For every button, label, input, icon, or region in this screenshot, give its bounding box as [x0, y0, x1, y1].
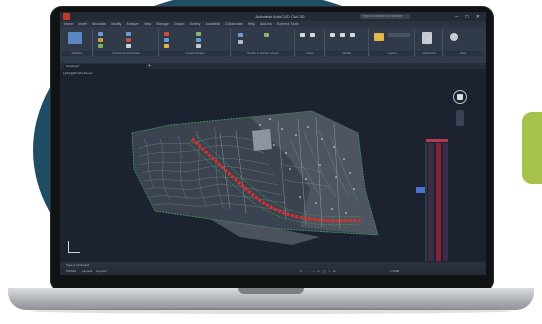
ucs-icon: [68, 239, 82, 253]
toolspace-icon[interactable]: [68, 32, 82, 44]
tab-output[interactable]: Output: [174, 22, 185, 26]
tab-survey[interactable]: Survey: [189, 22, 200, 26]
status-bar: MODEL Layout1 Layout2 # ::: ⊥ ∠ ◫ ⌖ ⊞ 1:…: [60, 268, 486, 275]
feature-line-icon[interactable]: [126, 38, 131, 42]
laptop-shadow: [30, 308, 512, 314]
search-input[interactable]: Type a keyword or phrase: [360, 14, 410, 19]
window-title: Autodesk AutoCAD Civil 3D: [255, 14, 305, 19]
navcube-face[interactable]: [457, 94, 463, 100]
ribbon-group-ground-data: Create Ground Data: [94, 29, 159, 57]
points-icon[interactable]: [98, 32, 103, 36]
tab-layout1[interactable]: Layout1: [82, 268, 93, 275]
line-icon[interactable]: [300, 33, 305, 37]
accent-card: [522, 112, 542, 184]
traverse-icon[interactable]: [98, 44, 103, 48]
ribbon-group-label: Palettes: [62, 51, 92, 56]
ribbon-group-label: Clipboard: [416, 51, 442, 56]
ribbon-group-modify: Modify: [326, 29, 369, 57]
ribbon-group-create-design: Create Design: [160, 29, 231, 57]
tab-analyze[interactable]: Analyze: [126, 22, 138, 26]
sample-lines-icon[interactable]: [238, 40, 243, 44]
paste-icon[interactable]: [422, 32, 432, 44]
site-drawing: [131, 110, 448, 261]
profile-column-mid: [436, 143, 441, 261]
profile-column-left: [428, 143, 434, 261]
ribbon-group-draw: Draw: [296, 29, 325, 57]
grading-icon[interactable]: [126, 44, 131, 48]
ribbon-group-label: Create Ground Data: [94, 51, 158, 56]
drafting-tools[interactable]: # ::: ⊥ ∠ ◫ ⌖ ⊞: [300, 268, 337, 275]
corridor-icon[interactable]: [164, 44, 169, 48]
tab-insert[interactable]: Insert: [78, 22, 87, 26]
ribbon-group-view: View: [444, 29, 482, 57]
building-block: [252, 129, 272, 151]
tab-home[interactable]: Home: [64, 22, 73, 26]
drawing-viewport[interactable]: [-][Top][2D Wireframe]: [60, 69, 486, 262]
parcel-icon[interactable]: [126, 32, 131, 36]
tab-model[interactable]: MODEL: [66, 268, 77, 275]
profile-marker: [416, 187, 425, 193]
tab-annotate[interactable]: Annotate: [92, 22, 106, 26]
ribbon-group-layers: Layers: [370, 29, 415, 57]
alignment-icon[interactable]: [164, 32, 169, 36]
intersections-icon[interactable]: [196, 32, 201, 36]
profile-column-right: [443, 143, 448, 261]
rotate-icon[interactable]: [340, 33, 345, 37]
tab-collaborate[interactable]: Collaborate: [225, 22, 243, 26]
ribbon-group-palettes: Palettes: [62, 29, 93, 57]
assembly-icon[interactable]: [196, 38, 201, 42]
ribbon-group-label: Modify: [326, 51, 368, 56]
ribbon-group-label: Layers: [370, 51, 414, 56]
ribbon-group-profile-section: Profile & Section Views: [232, 29, 295, 57]
laptop-notch: [238, 288, 304, 294]
tab-addins[interactable]: Add-ins: [260, 22, 272, 26]
profile-header-bar: [426, 139, 448, 142]
circle-icon[interactable]: [310, 33, 315, 37]
tab-express-tools[interactable]: Express Tools: [277, 22, 299, 26]
navigation-bar[interactable]: [456, 110, 464, 126]
title-bar: Autodesk AutoCAD Civil 3D Type a keyword…: [60, 12, 486, 21]
profile-view-icon[interactable]: [238, 33, 243, 37]
ribbon-group-label: Create Design: [160, 51, 230, 56]
tab-help[interactable]: Help: [248, 22, 255, 26]
surfaces-icon[interactable]: [98, 38, 103, 42]
section-views-icon[interactable]: [264, 33, 269, 37]
app-logo-icon[interactable]: [63, 13, 70, 20]
annotation-scale[interactable]: 1:1000: [390, 268, 399, 275]
layer-properties-icon[interactable]: [374, 33, 384, 41]
tab-modify[interactable]: Modify: [111, 22, 121, 26]
ribbon-group-label: View: [444, 51, 482, 56]
trim-icon[interactable]: [350, 33, 355, 37]
viewcube-icon[interactable]: [450, 33, 458, 41]
layer-dropdown[interactable]: [388, 33, 410, 37]
ribbon-group-label: Profile & Section Views: [232, 51, 294, 56]
move-icon[interactable]: [330, 33, 335, 37]
ribbon-panel: Palettes Create Ground Data Create Desig…: [60, 27, 486, 64]
profile-icon[interactable]: [164, 38, 169, 42]
pipe-network-icon[interactable]: [196, 44, 201, 48]
tab-manage[interactable]: Manage: [156, 22, 169, 26]
ribbon-group-clipboard: Clipboard: [416, 29, 443, 57]
tab-autodesk[interactable]: Autodesk: [205, 22, 220, 26]
tab-view[interactable]: View: [144, 22, 152, 26]
laptop-screen: Autodesk AutoCAD Civil 3D Type a keyword…: [60, 12, 486, 275]
ribbon-group-label: Draw: [296, 51, 324, 56]
tab-layout2[interactable]: Layout2: [96, 268, 107, 275]
